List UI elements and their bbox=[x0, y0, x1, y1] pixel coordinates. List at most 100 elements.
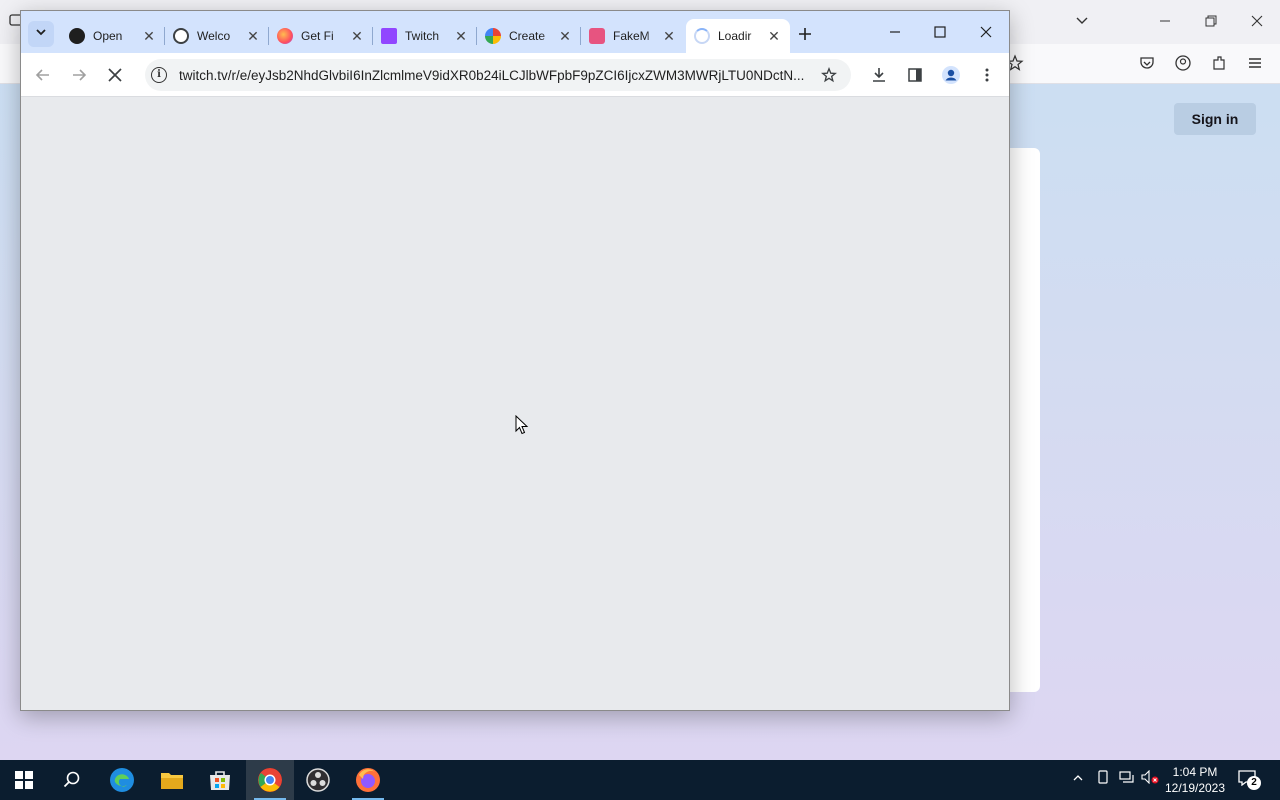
downloads-button[interactable] bbox=[867, 63, 891, 87]
chrome-icon bbox=[258, 768, 282, 792]
chrome-menu-button[interactable] bbox=[975, 63, 999, 87]
tab-search-button[interactable] bbox=[28, 21, 54, 47]
notification-count-badge: 2 bbox=[1247, 776, 1261, 790]
download-icon bbox=[873, 68, 885, 82]
tab-title: Open bbox=[93, 29, 123, 43]
tab-close-icon[interactable]: ✕ bbox=[141, 28, 157, 44]
forward-arrow-icon bbox=[73, 69, 87, 81]
taskbar-edge[interactable] bbox=[98, 760, 146, 800]
obs-icon bbox=[306, 768, 330, 792]
globe-icon bbox=[173, 28, 189, 44]
tray-network[interactable] bbox=[1117, 770, 1137, 790]
side-panel-button[interactable] bbox=[903, 63, 927, 87]
mouse-cursor-icon bbox=[515, 415, 529, 435]
taskbar-firefox[interactable] bbox=[344, 760, 392, 800]
chevron-up-icon bbox=[1073, 775, 1083, 781]
tab-loading-active[interactable]: Loadir ✕ bbox=[686, 19, 790, 53]
tab-close-icon[interactable]: ✕ bbox=[453, 28, 469, 44]
stop-icon bbox=[108, 68, 122, 82]
close-icon bbox=[980, 26, 992, 38]
taskbar-chrome[interactable] bbox=[246, 760, 294, 800]
show-hidden-icons-button[interactable] bbox=[1068, 770, 1088, 790]
loading-spinner-icon bbox=[694, 28, 710, 44]
openai-icon bbox=[69, 28, 85, 44]
app-menu-icon[interactable] bbox=[1246, 54, 1266, 74]
chevron-down-icon bbox=[36, 29, 46, 36]
bg-minimize-icon[interactable] bbox=[1155, 12, 1175, 32]
plus-icon bbox=[799, 28, 811, 40]
clock-time: 1:04 PM bbox=[1172, 765, 1218, 779]
tray-meet-now[interactable] bbox=[1093, 770, 1113, 790]
volume-muted-icon bbox=[1141, 769, 1159, 785]
tab-welcome[interactable]: Welco ✕ bbox=[165, 19, 269, 53]
google-icon bbox=[485, 28, 501, 44]
bookmark-star-icon[interactable] bbox=[819, 65, 839, 85]
notification-center-button[interactable]: 2 bbox=[1238, 770, 1261, 790]
back-arrow-icon bbox=[35, 69, 49, 81]
edge-icon bbox=[110, 768, 134, 792]
tab-twitch[interactable]: Twitch ✕ bbox=[373, 19, 477, 53]
fakemail-icon bbox=[589, 28, 605, 44]
tab-create[interactable]: Create ✕ bbox=[477, 19, 581, 53]
minimize-button[interactable] bbox=[880, 19, 910, 45]
minimize-icon bbox=[890, 31, 900, 33]
network-icon bbox=[1119, 771, 1134, 783]
browser-toolbar: i twitch.tv/r/e/eyJsb2NhdGlvbiI6InZlcmlm… bbox=[21, 53, 1009, 97]
forward-button[interactable] bbox=[67, 63, 91, 87]
firefox-icon bbox=[277, 28, 293, 44]
background-content-card bbox=[1008, 148, 1040, 692]
kebab-menu-icon bbox=[985, 68, 989, 82]
taskbar-obs[interactable] bbox=[294, 760, 342, 800]
tab-fakemail[interactable]: FakeM ✕ bbox=[581, 19, 685, 53]
site-info-icon[interactable]: i bbox=[151, 67, 167, 83]
twitch-icon bbox=[381, 28, 397, 44]
tab-title: Create bbox=[509, 29, 546, 43]
tab-title: Twitch bbox=[405, 29, 440, 43]
windows-start-icon bbox=[15, 771, 33, 789]
system-clock[interactable]: 1:04 PM 12/19/2023 bbox=[1160, 764, 1230, 796]
sign-in-button[interactable]: Sign in bbox=[1174, 103, 1256, 135]
tab-openai[interactable]: Open ✕ bbox=[61, 19, 165, 53]
side-panel-icon bbox=[908, 68, 922, 82]
stop-loading-button[interactable] bbox=[103, 63, 127, 87]
bg-close-icon[interactable] bbox=[1247, 12, 1267, 32]
new-tab-button[interactable] bbox=[793, 23, 817, 47]
maximize-icon bbox=[934, 26, 946, 38]
file-explorer-icon bbox=[161, 773, 183, 789]
tab-title: FakeM bbox=[613, 29, 650, 43]
page-content-loading bbox=[21, 97, 1009, 710]
tab-strip: Open ✕ Welco ✕ Get Fi ✕ Twitch ✕ Create … bbox=[21, 11, 1009, 53]
taskbar-search-button[interactable] bbox=[48, 760, 96, 800]
list-all-tabs-icon[interactable] bbox=[1072, 12, 1092, 32]
account-icon[interactable] bbox=[1174, 54, 1194, 74]
device-icon bbox=[1098, 770, 1108, 784]
taskbar-store[interactable] bbox=[196, 760, 244, 800]
tab-close-icon[interactable]: ✕ bbox=[557, 28, 573, 44]
start-button[interactable] bbox=[0, 760, 48, 800]
firefox-icon bbox=[356, 768, 380, 792]
search-icon bbox=[63, 771, 80, 788]
pocket-icon[interactable] bbox=[1138, 54, 1158, 74]
profile-button[interactable] bbox=[939, 63, 963, 87]
tab-title: Get Fi bbox=[301, 29, 334, 43]
tray-volume[interactable] bbox=[1140, 769, 1160, 790]
microsoft-store-icon bbox=[210, 771, 230, 790]
tab-close-icon[interactable]: ✕ bbox=[661, 28, 677, 44]
clock-date: 12/19/2023 bbox=[1164, 781, 1226, 795]
taskbar-file-explorer[interactable] bbox=[148, 760, 196, 800]
tab-title: Loadir bbox=[718, 29, 752, 43]
windows-taskbar: 1:04 PM 12/19/2023 2 bbox=[0, 760, 1280, 800]
bg-restore-icon[interactable] bbox=[1201, 12, 1221, 32]
url-text[interactable]: twitch.tv/r/e/eyJsb2NhdGlvbiI6InZlcmlmeV… bbox=[179, 68, 811, 83]
tab-close-icon[interactable]: ✕ bbox=[766, 28, 782, 44]
maximize-button[interactable] bbox=[925, 19, 955, 45]
tab-title: Welco bbox=[197, 29, 231, 43]
back-button[interactable] bbox=[31, 63, 55, 87]
address-bar[interactable]: i twitch.tv/r/e/eyJsb2NhdGlvbiI6InZlcmlm… bbox=[145, 59, 851, 91]
extensions-icon[interactable] bbox=[1210, 54, 1230, 74]
tab-close-icon[interactable]: ✕ bbox=[245, 28, 261, 44]
tab-close-icon[interactable]: ✕ bbox=[349, 28, 365, 44]
chrome-window: Open ✕ Welco ✕ Get Fi ✕ Twitch ✕ Create … bbox=[20, 10, 1010, 711]
tab-get-firefox[interactable]: Get Fi ✕ bbox=[269, 19, 373, 53]
close-window-button[interactable] bbox=[971, 19, 1001, 45]
